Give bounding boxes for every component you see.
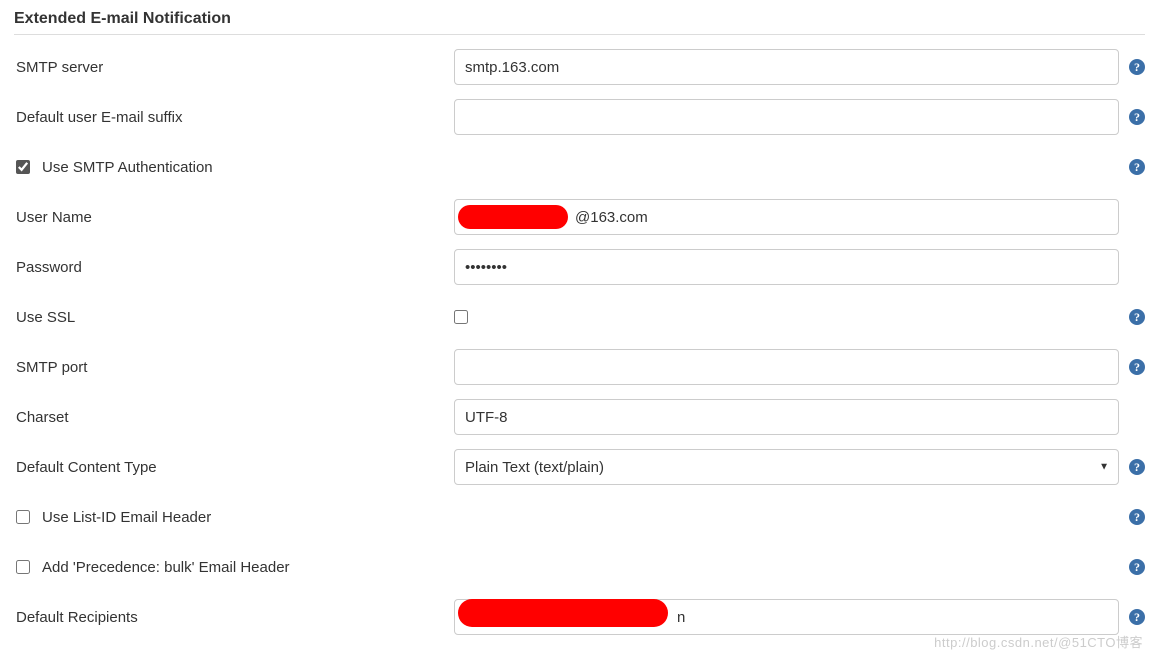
section-title: Extended E-mail Notification: [14, 10, 1145, 35]
add-precedence-checkbox[interactable]: [16, 560, 30, 574]
label-charset: Charset: [14, 409, 454, 426]
smtp-port-input[interactable]: [454, 349, 1119, 385]
use-list-id-checkbox[interactable]: [16, 510, 30, 524]
label-default-content-type: Default Content Type: [14, 459, 454, 476]
label-password: Password: [14, 259, 454, 276]
row-charset: Charset: [14, 395, 1145, 439]
smtp-server-input[interactable]: [454, 49, 1119, 85]
help-icon[interactable]: ?: [1129, 359, 1145, 375]
use-ssl-checkbox[interactable]: [454, 310, 468, 324]
row-default-content-type: Default Content Type Plain Text (text/pl…: [14, 445, 1145, 489]
default-recipients-input[interactable]: [454, 599, 1119, 635]
help-icon[interactable]: ?: [1129, 309, 1145, 325]
help-icon[interactable]: ?: [1129, 109, 1145, 125]
row-user-name: User Name: [14, 195, 1145, 239]
row-default-recipients: Default Recipients ?: [14, 595, 1145, 639]
add-precedence-text: Add 'Precedence: bulk' Email Header: [42, 559, 290, 576]
use-list-id-text: Use List-ID Email Header: [42, 509, 211, 526]
help-icon[interactable]: ?: [1129, 509, 1145, 525]
add-precedence-label[interactable]: Add 'Precedence: bulk' Email Header: [16, 559, 290, 576]
label-use-ssl: Use SSL: [14, 309, 454, 326]
label-smtp-server: SMTP server: [14, 59, 454, 76]
help-icon[interactable]: ?: [1129, 459, 1145, 475]
label-user-name: User Name: [14, 209, 454, 226]
use-smtp-auth-checkbox[interactable]: [16, 160, 30, 174]
use-list-id-label[interactable]: Use List-ID Email Header: [16, 509, 211, 526]
default-suffix-input[interactable]: [454, 99, 1119, 135]
row-smtp-server: SMTP server ?: [14, 45, 1145, 89]
help-icon[interactable]: ?: [1129, 159, 1145, 175]
row-use-smtp-auth: Use SMTP Authentication ?: [14, 145, 1145, 189]
row-use-ssl: Use SSL ?: [14, 295, 1145, 339]
label-default-recipients: Default Recipients: [14, 609, 454, 626]
row-password: Password: [14, 245, 1145, 289]
label-smtp-port: SMTP port: [14, 359, 454, 376]
charset-input[interactable]: [454, 399, 1119, 435]
use-smtp-auth-label[interactable]: Use SMTP Authentication: [16, 159, 213, 176]
row-add-precedence: Add 'Precedence: bulk' Email Header ?: [14, 545, 1145, 589]
help-icon[interactable]: ?: [1129, 609, 1145, 625]
default-content-type-select[interactable]: Plain Text (text/plain): [454, 449, 1119, 485]
help-icon[interactable]: ?: [1129, 559, 1145, 575]
label-default-suffix: Default user E-mail suffix: [14, 109, 454, 126]
row-default-suffix: Default user E-mail suffix ?: [14, 95, 1145, 139]
row-use-list-id: Use List-ID Email Header ?: [14, 495, 1145, 539]
password-input[interactable]: [454, 249, 1119, 285]
help-icon[interactable]: ?: [1129, 59, 1145, 75]
row-smtp-port: SMTP port ?: [14, 345, 1145, 389]
use-smtp-auth-text: Use SMTP Authentication: [42, 159, 213, 176]
user-name-input[interactable]: [454, 199, 1119, 235]
